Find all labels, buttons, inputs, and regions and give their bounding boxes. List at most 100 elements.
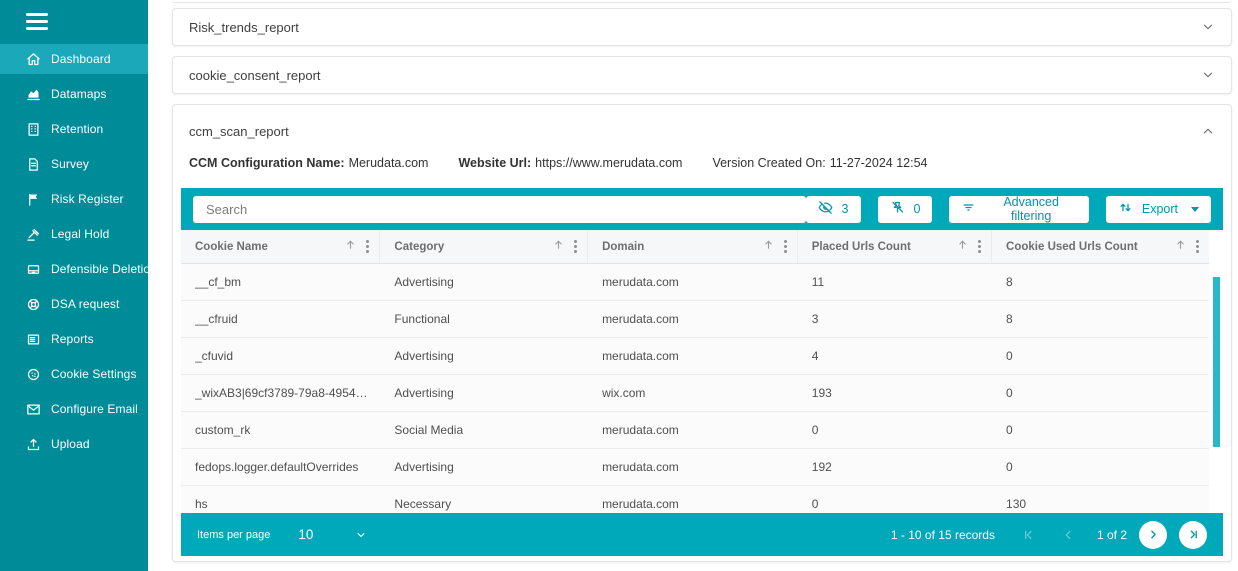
table-cell-text: 0: [1006, 460, 1013, 474]
archive-icon: [26, 261, 42, 277]
table-cell: 3: [798, 301, 992, 337]
table-cell-text: hs: [195, 497, 208, 511]
export-caret-icon[interactable]: [1191, 206, 1199, 212]
column-header-cookie-used-urls-count[interactable]: Cookie Used Urls Count: [992, 230, 1209, 263]
gavel-icon: [26, 226, 42, 242]
table-cell: merudata.com: [588, 449, 798, 485]
chevron-down-icon[interactable]: [1201, 20, 1215, 34]
table-cell-text: 193: [811, 386, 832, 400]
table-cell: 130: [992, 486, 1209, 513]
table-cell: Necessary: [380, 486, 588, 513]
table-cell-text: custom_rk: [195, 423, 251, 437]
column-menu-icon[interactable]: [1194, 238, 1201, 255]
table-cell: Social Media: [380, 412, 588, 448]
home-icon: [26, 51, 42, 67]
table-cell-text: 11: [811, 275, 825, 289]
website-url-label: Website Url:: [458, 156, 532, 170]
table-cell-text: 0: [811, 423, 819, 437]
sidebar: Dashboard Datamaps Retention Survey Risk Reg…: [0, 0, 157, 571]
table-cell: 0: [992, 412, 1209, 448]
sidebar-item-defensible-deletion[interactable]: Defensible Deletion: [0, 254, 157, 284]
search-input[interactable]: [193, 195, 806, 223]
records-range-text: 1 - 10 of 15 records: [890, 527, 995, 542]
sort-arrow-up-icon[interactable]: [762, 238, 775, 256]
sidebar-item-retention[interactable]: Retention: [0, 114, 148, 144]
advanced-filtering-button[interactable]: Advanced filtering: [949, 195, 1089, 223]
sort-arrow-up-icon[interactable]: [552, 238, 565, 256]
panel-cookie-consent-report[interactable]: cookie_consent_report: [172, 56, 1232, 94]
table-row[interactable]: hs Necessary merudata.com 0 130: [181, 486, 1209, 513]
table-row[interactable]: _wixAB3|69cf3789-79a8-4954-9efb-44e5... A…: [181, 375, 1209, 412]
items-per-page-value[interactable]: 10: [298, 527, 313, 542]
sort-arrow-up-icon[interactable]: [344, 238, 357, 256]
column-menu-icon[interactable]: [782, 238, 789, 255]
hidden-columns-button[interactable]: 3: [805, 195, 861, 223]
sidebar-item-reports[interactable]: Reports: [0, 324, 148, 354]
panel-risk-trends-report[interactable]: Risk_trends_report: [172, 8, 1232, 46]
eye-off-icon: [818, 200, 833, 218]
previous-page-icon[interactable]: [1061, 528, 1075, 542]
items-per-page-chevron-icon[interactable]: [355, 529, 367, 541]
table-row[interactable]: __cfruid Functional merudata.com 3 8: [181, 301, 1209, 338]
table-cell-text: 0: [811, 497, 819, 511]
table-cell-text: Functional: [394, 312, 450, 326]
sidebar-item-configure-email[interactable]: Configure Email: [0, 394, 148, 424]
table-cell: hs: [181, 486, 380, 513]
table-cell: merudata.com: [588, 412, 798, 448]
table-row[interactable]: fedops.logger.defaultOverrides Advertisin…: [181, 449, 1209, 486]
column-header-domain[interactable]: Domain: [588, 230, 798, 263]
table-cell: 4: [798, 338, 992, 374]
sidebar-item-upload[interactable]: Upload: [0, 429, 148, 459]
vertical-scrollbar-thumb[interactable]: [1213, 277, 1220, 447]
sort-arrow-up-icon[interactable]: [956, 238, 969, 256]
column-menu-icon[interactable]: [364, 238, 371, 255]
sidebar-item-cookie-settings[interactable]: Cookie Settings: [0, 359, 148, 389]
pinned-columns-button[interactable]: 0: [877, 195, 933, 223]
hamburger-menu-icon[interactable]: [26, 13, 50, 30]
column-menu-icon[interactable]: [572, 238, 579, 255]
table-cell-text: 3: [811, 312, 819, 326]
sidebar-item-label: Upload: [51, 437, 90, 451]
table-cell-text: merudata.com: [602, 497, 679, 511]
column-header-category[interactable]: Category: [380, 230, 589, 263]
sidebar-item-datamaps[interactable]: Datamaps: [0, 79, 148, 109]
table-cell: fedops.logger.defaultOverrides: [181, 449, 380, 485]
table-cell-text: merudata.com: [602, 275, 679, 289]
sidebar-item-label: Dashboard: [51, 52, 111, 66]
panel-header[interactable]: ccm_scan_report: [173, 114, 1231, 148]
panel-title: ccm_scan_report: [189, 123, 289, 139]
column-header-cookie-name[interactable]: Cookie Name: [181, 230, 381, 263]
table-row[interactable]: _cfuvid Advertising merudata.com 4 0: [181, 338, 1209, 375]
table-cell-text: 130: [1006, 497, 1027, 511]
column-header-placed-urls-count[interactable]: Placed Urls Count: [798, 230, 993, 263]
version-created-on-label: Version Created On:: [712, 156, 826, 170]
table-cell: 0: [798, 486, 992, 513]
sidebar-item-label: Survey: [51, 157, 89, 171]
items-per-page-label: Items per page: [197, 528, 271, 541]
sidebar-item-dashboard[interactable]: Dashboard: [0, 44, 148, 74]
column-header-label: Cookie Name: [195, 240, 268, 253]
last-page-button[interactable]: [1179, 520, 1207, 549]
sidebar-item-legal-hold[interactable]: Legal Hold: [0, 219, 148, 249]
table-cell: Functional: [380, 301, 588, 337]
sort-arrows-icon: [1118, 200, 1133, 218]
export-button[interactable]: Export: [1105, 195, 1211, 223]
table-cell-text: wix.com: [602, 386, 646, 400]
table-row[interactable]: __cf_bm Advertising merudata.com 11 8: [181, 264, 1209, 301]
panel-title: Risk_trends_report: [189, 19, 299, 35]
column-menu-icon[interactable]: [976, 238, 983, 255]
table-row[interactable]: custom_rk Social Media merudata.com 0 0: [181, 412, 1209, 449]
first-page-icon[interactable]: [1021, 528, 1035, 542]
table-cell: Advertising: [380, 449, 588, 485]
data-grid: Cookie Name Category Domain Placed Urls Cou…: [181, 230, 1223, 513]
chevron-down-icon[interactable]: [1201, 68, 1215, 82]
sidebar-item-dsa-request[interactable]: DSA request: [0, 289, 148, 319]
sidebar-item-survey[interactable]: Survey: [0, 149, 148, 179]
next-page-button[interactable]: [1139, 520, 1167, 549]
version-created-on: Version Created On: 11-27-2024 12:54: [712, 156, 927, 170]
sort-arrow-up-icon[interactable]: [1174, 238, 1187, 256]
version-created-on-value: 11-27-2024 12:54: [829, 156, 928, 170]
sidebar-item-risk-register[interactable]: Risk Register: [0, 184, 148, 214]
chevron-up-icon[interactable]: [1201, 124, 1215, 138]
table-cell: Advertising: [380, 264, 588, 300]
